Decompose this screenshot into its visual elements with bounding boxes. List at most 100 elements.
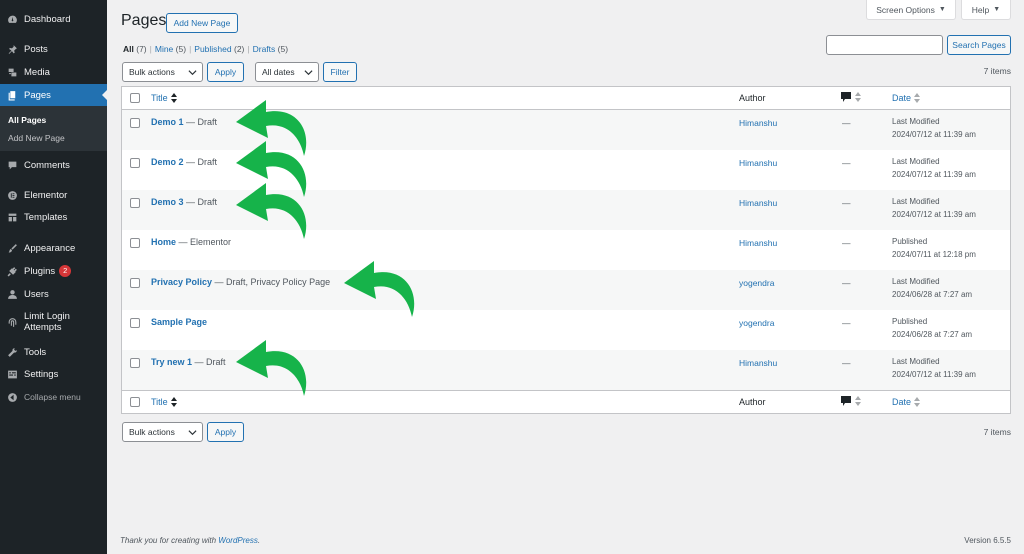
date-cell: Last Modified 2024/07/12 at 11:39 am — [892, 195, 976, 221]
row-checkbox[interactable] — [130, 238, 140, 248]
row-checkbox[interactable] — [130, 198, 140, 208]
apply-button-bottom[interactable]: Apply — [207, 422, 244, 442]
author-link[interactable]: Himanshu — [739, 158, 777, 168]
submenu-all-pages[interactable]: All Pages — [0, 114, 107, 132]
footer-thanks: Thank you for creating with WordPress. — [120, 536, 260, 545]
wordpress-link[interactable]: WordPress — [218, 536, 258, 545]
author-link[interactable]: Himanshu — [739, 358, 777, 368]
sidebar-item-label: Tools — [24, 346, 47, 358]
sidebar-item-settings[interactable]: Settings — [0, 364, 107, 384]
all-dates-value: All dates — [262, 67, 295, 77]
sort-by-title-footer[interactable]: Title — [151, 397, 177, 407]
help-label: Help — [971, 4, 990, 15]
sidebar-item-templates[interactable]: Templates — [0, 207, 107, 227]
row-checkbox[interactable] — [130, 358, 140, 368]
search-pages-button[interactable]: Search Pages — [947, 35, 1011, 55]
sort-by-date-header[interactable]: Date — [892, 93, 921, 103]
filter-published-link[interactable]: Published (2) — [194, 44, 244, 54]
page-title-link[interactable]: Demo 3 — [151, 197, 184, 207]
author-link[interactable]: Himanshu — [739, 198, 777, 208]
submenu-add-new-page[interactable]: Add New Page — [0, 132, 107, 150]
collapse-menu-button[interactable]: Collapse menu — [0, 387, 107, 407]
footer-thanks-suffix: . — [257, 536, 261, 545]
bulk-actions-select-top[interactable]: Bulk actions — [122, 62, 203, 82]
row-checkbox[interactable] — [130, 318, 140, 328]
sidebar-item-dashboard[interactable]: Dashboard — [0, 9, 107, 29]
sort-by-date-footer[interactable]: Date — [892, 397, 921, 407]
page-title-link[interactable]: Home — [151, 237, 176, 247]
separator: | — [247, 44, 250, 54]
filter-published-label: Published — [194, 44, 232, 54]
search-pages-input[interactable] — [826, 35, 943, 55]
sidebar-item-label: Limit Login Attempts — [24, 311, 70, 333]
filter-drafts-link[interactable]: Drafts (5) — [253, 44, 288, 54]
date-value: 2024/07/12 at 11:39 am — [892, 170, 976, 179]
pages-submenu: All Pages Add New Page — [0, 106, 107, 151]
row-checkbox[interactable] — [130, 158, 140, 168]
row-title-cell: Sample Page — [151, 317, 207, 327]
filter-mine-link[interactable]: Mine (5) — [155, 44, 186, 54]
select-all-checkbox-bottom[interactable] — [130, 397, 140, 407]
sidebar-item-posts[interactable]: Posts — [0, 39, 107, 59]
date-value: 2024/07/12 at 11:39 am — [892, 370, 976, 379]
row-title-cell: Demo 1 — Draft — [151, 117, 217, 127]
page-title-link[interactable]: Demo 1 — [151, 117, 184, 127]
help-button[interactable]: Help ▼ — [961, 0, 1011, 20]
separator: | — [149, 44, 152, 54]
plugins-update-badge: 2 — [59, 265, 72, 277]
sidebar-item-plugins[interactable]: Plugins 2 — [0, 261, 107, 281]
date-status: Last Modified — [892, 157, 940, 166]
sidebar-item-media[interactable]: Media — [0, 62, 107, 82]
table-row: Privacy Policy — Draft, Privacy Policy P… — [122, 270, 1010, 310]
page-state: — Elementor — [176, 237, 232, 247]
row-checkbox[interactable] — [130, 278, 140, 288]
comments-count: — — [842, 358, 851, 368]
sidebar-item-label: Posts — [24, 43, 48, 55]
sidebar-item-comments[interactable]: Comments — [0, 155, 107, 175]
filter-button[interactable]: Filter — [323, 62, 357, 82]
author-link[interactable]: yogendra — [739, 278, 774, 288]
row-title-cell: Try new 1 — Draft — [151, 357, 226, 367]
screen-options-button[interactable]: Screen Options ▼ — [866, 0, 956, 20]
screen-options-label: Screen Options — [876, 4, 935, 15]
sidebar-item-pages[interactable]: Pages — [0, 84, 107, 106]
sort-by-comments-footer[interactable] — [841, 396, 861, 406]
all-dates-select[interactable]: All dates — [255, 62, 319, 82]
caret-down-icon: ▼ — [993, 6, 1001, 13]
bulk-actions-select-bottom[interactable]: Bulk actions — [122, 422, 203, 442]
sort-by-comments-header[interactable] — [841, 92, 861, 102]
sort-arrows-icon — [914, 93, 921, 103]
page-title-link[interactable]: Try new 1 — [151, 357, 192, 367]
sidebar-item-limit-login-attempts[interactable]: Limit Login Attempts — [0, 308, 107, 336]
page-title-link[interactable]: Sample Page — [151, 317, 207, 327]
page-state: — Draft — [183, 157, 218, 167]
author-link[interactable]: Himanshu — [739, 238, 777, 248]
date-cell: Last Modified 2024/07/12 at 11:39 am — [892, 355, 976, 381]
pages-icon — [0, 90, 24, 101]
date-cell: Last Modified 2024/07/12 at 11:39 am — [892, 155, 976, 181]
page-state: — Draft — [192, 357, 226, 367]
sort-by-title-header[interactable]: Title — [151, 93, 177, 103]
author-link[interactable]: yogendra — [739, 318, 774, 328]
sidebar-item-elementor[interactable]: Elementor — [0, 185, 107, 205]
select-all-checkbox[interactable] — [130, 93, 140, 103]
add-new-page-button[interactable]: Add New Page — [166, 13, 238, 33]
row-title-cell: Privacy Policy — Draft, Privacy Policy P… — [151, 277, 330, 287]
row-checkbox[interactable] — [130, 118, 140, 128]
page-title-link[interactable]: Privacy Policy — [151, 277, 212, 287]
column-date-label: Date — [892, 397, 912, 407]
row-title-cell: Demo 2 — Draft — [151, 157, 217, 167]
page-title-link[interactable]: Demo 2 — [151, 157, 184, 167]
author-link[interactable]: Himanshu — [739, 118, 777, 128]
filter-all-link[interactable]: All (7) — [123, 44, 147, 54]
comments-count: — — [842, 198, 851, 208]
sidebar-item-label: Users — [24, 288, 49, 300]
sidebar-item-tools[interactable]: Tools — [0, 342, 107, 362]
sidebar-item-label: Comments — [24, 159, 70, 171]
sidebar-item-appearance[interactable]: Appearance — [0, 238, 107, 258]
comments-count: — — [842, 118, 851, 128]
media-icon — [0, 67, 24, 78]
sidebar-item-users[interactable]: Users — [0, 284, 107, 304]
sidebar-item-label: Dashboard — [24, 13, 71, 25]
apply-button-top[interactable]: Apply — [207, 62, 244, 82]
